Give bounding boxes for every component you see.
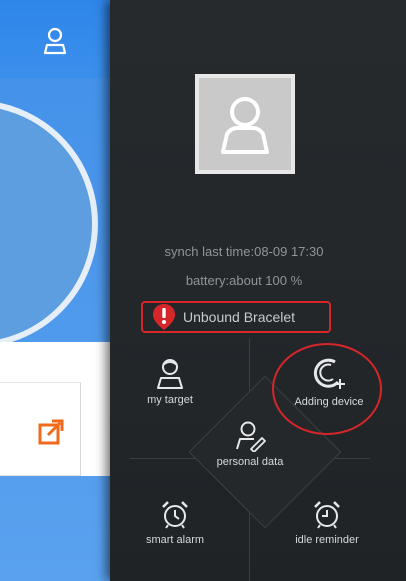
progress-ring [0,100,98,348]
add-device-icon [313,358,345,389]
battery-text: battery:about 100 % [185,273,303,288]
menu-item-personal-data[interactable]: personal data [206,420,294,468]
alarm-clock-icon [162,501,188,529]
avatar[interactable] [195,74,295,174]
my-target-label: my target [147,394,193,406]
menu-item-my-target[interactable]: my target [132,358,208,406]
smart-alarm-label: smart alarm [145,534,205,546]
share-icon[interactable] [38,417,66,445]
unbound-bracelet-button[interactable]: Unbound Bracelet [141,301,331,333]
idle-clock-icon [314,501,340,529]
unbound-bracelet-label: Unbound Bracelet [183,309,296,325]
menu-item-adding-device[interactable]: Adding device [282,356,376,408]
warning-pin-icon [153,304,175,330]
idle-reminder-label: idle reminder [295,534,359,546]
adding-device-label: Adding device [294,396,364,408]
menu-item-smart-alarm[interactable]: smart alarm [132,500,218,546]
personal-data-icon [236,421,266,452]
background-app [0,0,110,581]
sync-time-text: synch last time:08-09 17:30 [164,244,324,259]
menu-item-idle-reminder[interactable]: idle reminder [278,500,376,546]
target-person-icon [157,359,183,389]
personal-data-label: personal data [216,456,284,468]
avatar-person-icon [221,97,269,154]
user-icon[interactable] [42,26,68,56]
side-menu: synch last time:08-09 17:30 battery:abou… [110,0,406,581]
